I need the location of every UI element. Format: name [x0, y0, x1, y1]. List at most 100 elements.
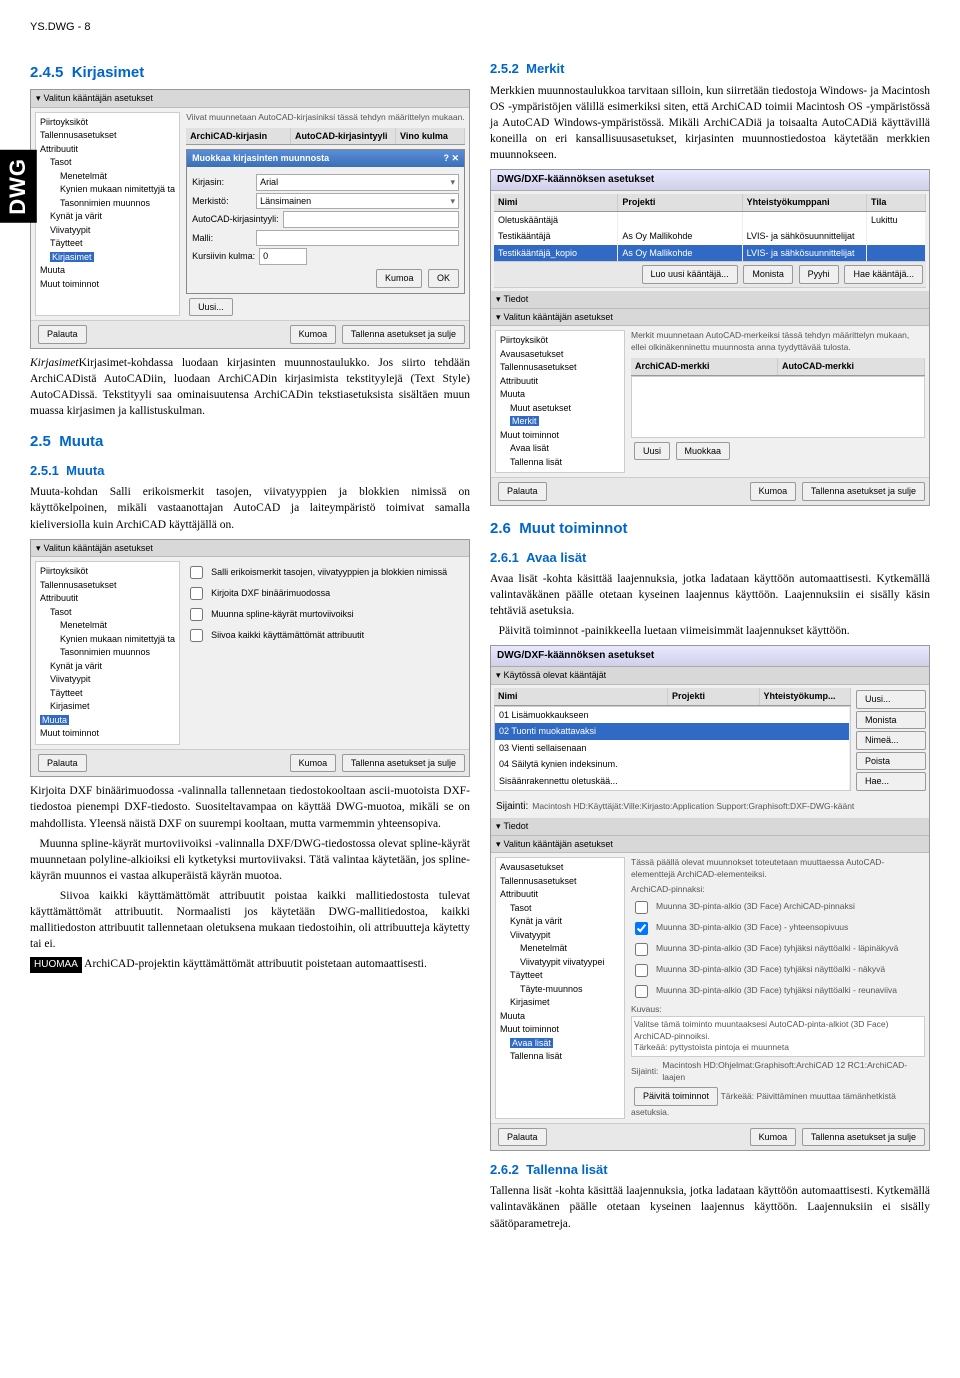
table-row[interactable]: 04 Säilytä kynien indeksinum. — [495, 756, 850, 773]
tree-item[interactable]: Tallenna lisät — [500, 1050, 620, 1064]
tree-item[interactable]: Muuta — [500, 388, 620, 402]
tree-item[interactable]: Täytteet — [40, 237, 175, 251]
fig2-tree[interactable]: Piirtoyksiköt Tallennusasetukset Attribu… — [35, 561, 180, 745]
rename-button[interactable]: Nimeä... — [856, 731, 926, 750]
tree-item[interactable]: Tallennusasetukset — [40, 129, 175, 143]
fig2-section-header[interactable]: Valitun kääntäjän asetukset — [31, 540, 469, 558]
checkbox[interactable] — [635, 943, 648, 956]
table-row-selected[interactable]: 02 Tuonti muokattavaksi — [495, 723, 850, 740]
update-functions-button[interactable]: Päivitä toiminnot — [634, 1087, 718, 1106]
new-button[interactable]: Uusi... — [856, 690, 926, 709]
duplicate-button[interactable]: Monista — [856, 711, 926, 730]
tree-item[interactable]: Tallenna lisät — [500, 456, 620, 470]
tree-item[interactable]: Avaa lisät — [500, 442, 620, 456]
restore-button[interactable]: Palauta — [38, 325, 87, 344]
tree-item-selected[interactable]: Merkit — [510, 416, 539, 426]
save-close-button[interactable]: Tallenna asetukset ja sulje — [342, 754, 465, 773]
help-icon[interactable]: ? ✕ — [443, 152, 459, 165]
tree-item[interactable]: Muut asetukset — [500, 402, 620, 416]
tree-item[interactable]: Menetelmät — [40, 170, 175, 184]
tree-item[interactable]: Viivatyypit — [500, 929, 620, 943]
section-header[interactable]: Valitun kääntäjän asetukset — [491, 836, 929, 854]
tree-item-selected[interactable]: Kirjasimet — [50, 252, 94, 262]
tree-item[interactable]: Tallennusasetukset — [500, 875, 620, 889]
table-row[interactable]: Sisäänrakennettu oletuskää... — [495, 773, 850, 790]
tree-item[interactable]: Muut toiminnot — [40, 278, 175, 292]
cancel-button[interactable]: Kumoa — [290, 754, 337, 773]
duplicate-button[interactable]: Monista — [743, 265, 793, 284]
tree-item[interactable]: Avausasetukset — [500, 861, 620, 875]
tree-item[interactable]: Viivatyypit viivatyypei — [500, 956, 620, 970]
tree-item[interactable]: Piirtoyksiköt — [40, 116, 175, 130]
restore-button[interactable]: Palauta — [38, 754, 87, 773]
tree-item[interactable]: Attribuutit — [500, 375, 620, 389]
tree-item[interactable]: Täyte-muunnos — [500, 983, 620, 997]
table-row[interactable]: TestikääntäjäAs Oy MallikohdeLVIS- ja sä… — [494, 228, 926, 245]
section-header[interactable]: Käytössä olevat kääntäjät — [491, 667, 929, 685]
tree-item[interactable]: Tallennusasetukset — [500, 361, 620, 375]
cancel-button[interactable]: Kumoa — [750, 482, 797, 501]
fig1-section-header[interactable]: Valitun kääntäjän asetukset — [31, 90, 469, 108]
tree-item[interactable]: Muuta — [500, 1010, 620, 1024]
tree-item[interactable]: Tasot — [40, 156, 175, 170]
tree-item[interactable]: Piirtoyksiköt — [500, 334, 620, 348]
tree-item[interactable]: Tallennusasetukset — [40, 579, 175, 593]
tree-item[interactable]: Viivatyypit — [40, 224, 175, 238]
checkbox[interactable] — [635, 985, 648, 998]
section-header[interactable]: Tiedot — [491, 291, 929, 309]
tree-item[interactable]: Avausasetukset — [500, 348, 620, 362]
tree-item[interactable]: Menetelmät — [40, 619, 175, 633]
tree-item[interactable]: Muut toiminnot — [500, 429, 620, 443]
cancel-button[interactable]: Kumoa — [750, 1128, 797, 1147]
ok-button[interactable]: OK — [428, 269, 459, 288]
tree-item[interactable]: Piirtoyksiköt — [40, 565, 175, 579]
edit-button[interactable]: Muokkaa — [676, 442, 731, 461]
section-header[interactable]: Valitun kääntäjän asetukset — [491, 309, 929, 327]
table-row[interactable]: 01 Lisämuokkaukseen — [495, 707, 850, 724]
tree-item[interactable]: Attribuutit — [500, 888, 620, 902]
style-input[interactable] — [283, 211, 459, 228]
tree-item[interactable]: Muuta — [40, 264, 175, 278]
tree-item[interactable]: Kynien mukaan nimitettyjä ta — [40, 633, 175, 647]
fig4-tree[interactable]: Avausasetukset Tallennusasetukset Attrib… — [495, 857, 625, 1119]
tree-item[interactable]: Kynät ja värit — [40, 210, 175, 224]
fig3-tree[interactable]: Piirtoyksiköt Avausasetukset Tallennusas… — [495, 330, 625, 473]
tree-item[interactable]: Viivatyypit — [40, 673, 175, 687]
font-dropdown[interactable]: Arial — [256, 174, 459, 191]
template-input[interactable] — [256, 230, 459, 247]
tree-item[interactable]: Menetelmät — [500, 942, 620, 956]
section-header[interactable]: Tiedot — [491, 818, 929, 836]
tree-item[interactable]: Kirjasimet — [40, 700, 175, 714]
save-close-button[interactable]: Tallenna asetukset ja sulje — [802, 482, 925, 501]
new-button[interactable]: Uusi — [634, 442, 670, 461]
tree-item[interactable]: Tasonnimien muunnos — [40, 197, 175, 211]
tree-item[interactable]: Kynät ja värit — [40, 660, 175, 674]
browse-button[interactable]: Hae... — [856, 772, 926, 791]
tree-item[interactable]: Kirjasimet — [500, 996, 620, 1010]
tree-item[interactable]: Attribuutit — [40, 592, 175, 606]
restore-button[interactable]: Palauta — [498, 1128, 547, 1147]
new-translator-button[interactable]: Luo uusi kääntäjä... — [642, 265, 738, 284]
tree-item[interactable]: Täytteet — [40, 687, 175, 701]
cancel-button[interactable]: Kumoa — [376, 269, 423, 288]
tree-item[interactable]: Tasonnimien muunnos — [40, 646, 175, 660]
tree-item[interactable]: Muut toiminnot — [40, 727, 175, 741]
tree-item-selected[interactable]: Muuta — [40, 715, 69, 725]
browse-button[interactable]: Hae kääntäjä... — [844, 265, 923, 284]
table-row[interactable]: 03 Vienti sellaisenaan — [495, 740, 850, 757]
charset-dropdown[interactable]: Länsimainen — [256, 193, 459, 210]
checkbox-splines[interactable] — [190, 608, 203, 621]
checkbox[interactable] — [635, 964, 648, 977]
delete-button[interactable]: Poista — [856, 752, 926, 771]
tree-item[interactable]: Kynien mukaan nimitettyjä ta — [40, 183, 175, 197]
checkbox-clean-attrs[interactable] — [190, 629, 203, 642]
fig1-tree[interactable]: Piirtoyksiköt Tallennusasetukset Attribu… — [35, 112, 180, 316]
checkbox[interactable] — [635, 922, 648, 935]
checkbox-dxf-binary[interactable] — [190, 587, 203, 600]
tree-item-selected[interactable]: Avaa lisät — [510, 1038, 553, 1048]
cancel-button[interactable]: Kumoa — [290, 325, 337, 344]
italic-angle-input[interactable]: 0 — [259, 248, 307, 265]
tree-item[interactable]: Kynät ja värit — [500, 915, 620, 929]
save-close-button[interactable]: Tallenna asetukset ja sulje — [802, 1128, 925, 1147]
restore-button[interactable]: Palauta — [498, 482, 547, 501]
